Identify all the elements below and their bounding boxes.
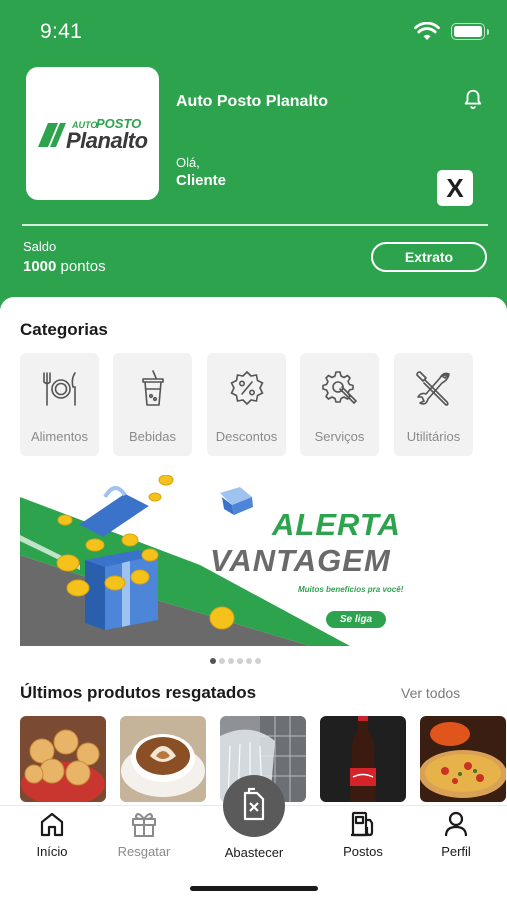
banner-title-line1: ALERTA [272, 507, 401, 542]
category-label: Alimentos [30, 429, 89, 444]
gear-wrench-icon [322, 371, 357, 404]
greeting: Olá, [176, 155, 200, 170]
small-gift-icon [220, 487, 253, 515]
banner-cta-button[interactable]: Se liga [326, 611, 386, 628]
recent-products-title: Últimos produtos resgatados [20, 683, 257, 702]
home-indicator [190, 886, 318, 891]
coca-cola-image [320, 716, 406, 802]
gas-pump-icon [351, 811, 374, 837]
category-label: Serviços [314, 429, 365, 444]
category-label: Descontos [215, 429, 278, 444]
product-pao-de-queijo[interactable] [20, 716, 106, 802]
category-bebidas[interactable]: Bebidas [113, 353, 192, 456]
tab-inicio[interactable]: Início [12, 810, 92, 859]
carousel-dot[interactable] [228, 658, 234, 664]
pizza-image [420, 716, 506, 802]
station-name: Auto Posto Planalto [176, 93, 328, 110]
user-name: Cliente [176, 172, 227, 189]
category-label: Utilitários [406, 429, 461, 444]
carousel-dots [210, 658, 261, 664]
carousel-dot[interactable] [219, 658, 225, 664]
tab-label-abastecer[interactable]: Abastecer [214, 845, 294, 860]
category-servicos[interactable]: Serviços [300, 353, 379, 456]
category-descontos[interactable]: Descontos [207, 353, 286, 456]
category-alimentos[interactable]: Alimentos [20, 353, 99, 456]
tab-label: Perfil [441, 844, 471, 859]
balance-points: 1000 [23, 258, 57, 275]
header-divider [22, 224, 488, 226]
fuel-fab-button[interactable] [223, 775, 285, 837]
product-cappuccino[interactable] [120, 716, 206, 802]
drink-cup-icon [142, 370, 164, 406]
product-pizza[interactable] [420, 716, 506, 802]
carousel-dot[interactable] [210, 658, 216, 664]
balance-value: 1000 pontos [23, 258, 106, 275]
cappuccino-image [120, 716, 206, 802]
tab-label: Início [36, 844, 68, 859]
tab-label: Resgatar [117, 844, 171, 859]
bell-icon[interactable] [462, 88, 484, 110]
product-coca-cola[interactable] [320, 716, 406, 802]
promo-banner[interactable]: ALERTA VANTAGEM Muitos benefícios pra vo… [20, 475, 487, 646]
station-logo: AUTO POSTO Planalto [26, 67, 159, 200]
discount-icon [230, 370, 264, 406]
logo-stripes-icon [38, 123, 66, 147]
tab-perfil[interactable]: Perfil [416, 810, 496, 859]
carousel-dot[interactable] [255, 658, 261, 664]
x-badge-icon[interactable]: X [437, 170, 473, 206]
category-label: Bebidas [129, 429, 176, 444]
carousel-dot[interactable] [246, 658, 252, 664]
banner-subtitle: Muitos benefícios pra você! [298, 585, 404, 594]
tab-resgatar[interactable]: Resgatar [104, 810, 184, 859]
categories-title: Categorias [20, 320, 108, 339]
carousel-dot[interactable] [237, 658, 243, 664]
tab-label: Postos [343, 844, 383, 859]
status-bar: 9:41 [0, 0, 507, 62]
statement-button[interactable]: Extrato [371, 242, 487, 272]
wifi-icon [414, 22, 440, 40]
utensils-icon [43, 372, 76, 406]
logo-planalto-text: Planalto [66, 128, 148, 153]
battery-icon [451, 23, 489, 40]
user-icon [444, 811, 468, 837]
pao-de-queijo-image [20, 716, 106, 802]
status-time: 9:41 [40, 20, 83, 43]
banner-title-line2: VANTAGEM [210, 543, 391, 578]
tools-icon [416, 371, 450, 406]
gift-icon [132, 813, 156, 837]
home-icon [40, 812, 64, 837]
fuel-can-icon [243, 787, 265, 821]
category-utilitarios[interactable]: Utilitários [394, 353, 473, 456]
balance-label: Saldo [23, 239, 57, 254]
see-all-link[interactable]: Ver todos [401, 685, 460, 701]
tab-postos[interactable]: Postos [323, 810, 403, 859]
balance-unit: pontos [60, 258, 106, 275]
